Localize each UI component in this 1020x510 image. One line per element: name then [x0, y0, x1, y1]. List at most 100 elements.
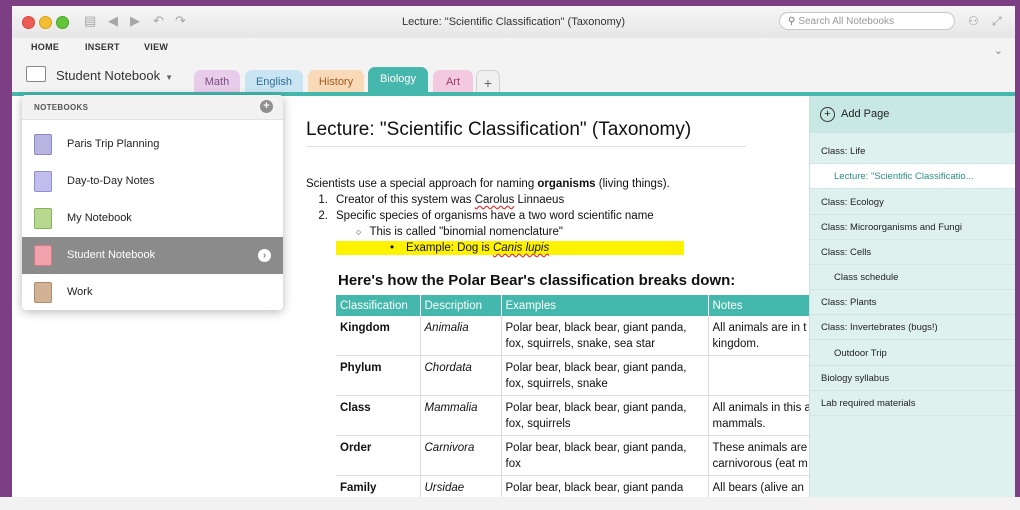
table-row: Class Mammalia Polar bear, black bear, g…	[336, 395, 809, 436]
table-cell[interactable]: Kingdom	[336, 316, 421, 356]
table-cell[interactable]	[708, 355, 809, 396]
table-cell[interactable]: All bears (alive an	[708, 475, 809, 497]
search-input[interactable]: ⚲ Search All Notebooks	[779, 12, 955, 30]
page-item-lab-required-materials[interactable]: Lab required materials	[810, 391, 1015, 416]
table-cell[interactable]: Family	[336, 475, 421, 497]
section-tab-history[interactable]: History	[308, 70, 364, 94]
table-cell[interactable]: Chordata	[420, 355, 502, 396]
notebook-icon	[34, 171, 52, 192]
notebook-icon	[34, 245, 52, 266]
example-bullet-item[interactable]: • Example: Dog is Canis lupis	[390, 242, 549, 254]
add-notebook-icon[interactable]: +	[260, 100, 273, 113]
add-page-button[interactable]: + Add Page	[810, 96, 1015, 133]
sub-bullet-item[interactable]: ○ This is called "binomial nomenclature"	[356, 226, 563, 238]
table-cell[interactable]: These animals are carnivorous (eat m	[708, 435, 809, 476]
section-tab-biology[interactable]: Biology	[368, 67, 428, 94]
page-item-lecture-scientific-classification[interactable]: Lecture: "Scientific Classificatio...	[810, 164, 1015, 189]
add-section-button[interactable]: +	[476, 70, 500, 94]
share-icon[interactable]: ⚇	[968, 14, 979, 28]
page-item-class-life[interactable]: Class: Life	[810, 139, 1015, 164]
table-cell[interactable]: Polar bear, black bear, giant panda, fox…	[501, 316, 709, 356]
notebooks-header-label: NOTEBOOKS	[34, 103, 89, 112]
chevron-down-icon: ▼	[165, 73, 173, 82]
notebooks-dropdown: NOTEBOOKS + Paris Trip Planning Day-to-D…	[22, 95, 283, 310]
intro-prefix: Scientists use a special approach for na…	[306, 178, 538, 190]
classification-table[interactable]: Classification Description Examples Note…	[336, 295, 809, 497]
add-page-label: Add Page	[841, 108, 890, 120]
tab-home[interactable]: HOME	[31, 42, 59, 52]
column-header[interactable]: Examples	[501, 295, 709, 316]
table-heading[interactable]: Here's how the Polar Bear's classificati…	[338, 272, 735, 289]
search-placeholder: Search All Notebooks	[798, 16, 894, 27]
plus-circle-icon: +	[820, 107, 835, 122]
tab-view[interactable]: VIEW	[144, 42, 168, 52]
list-number: 1.	[318, 194, 328, 206]
table-cell[interactable]: Animalia	[420, 316, 502, 356]
onenote-window: ▤ ◀ ▶ ↶ ↷ Lecture: "Scientific Classific…	[12, 6, 1015, 497]
table-cell[interactable]: Polar bear, black bear, giant panda	[501, 475, 709, 497]
page-item-class-plants[interactable]: Class: Plants	[810, 290, 1015, 315]
search-icon: ⚲	[788, 16, 796, 27]
column-header[interactable]: Classification	[336, 295, 421, 316]
table-cell[interactable]: Class	[336, 395, 421, 436]
list-item-2-text: Specific species of organisms have a two…	[336, 210, 654, 222]
section-tab-english[interactable]: English	[245, 70, 303, 94]
notebook-icon	[34, 282, 52, 303]
ribbon-menu: HOME INSERT VIEW	[12, 38, 1015, 62]
list-number: 2.	[318, 210, 328, 222]
table-cell[interactable]: Polar bear, black bear, giant panda, fox…	[501, 395, 709, 436]
table-row: Family Ursidae Polar bear, black bear, g…	[336, 475, 809, 497]
notebook-item-label: Student Notebook	[67, 249, 156, 261]
notebook-item-label: My Notebook	[67, 212, 132, 224]
sub-bullet-text: This is called "binomial nomenclature"	[369, 226, 563, 238]
fullscreen-icon[interactable]: ⤢	[992, 14, 1002, 29]
page-item-class-schedule[interactable]: Class schedule	[810, 265, 1015, 290]
section-tab-art[interactable]: Art	[433, 70, 473, 94]
table-cell[interactable]: Ursidae	[420, 475, 502, 497]
page-item-class-cells[interactable]: Class: Cells	[810, 240, 1015, 265]
table-cell[interactable]: All animals are in t kingdom.	[708, 316, 809, 356]
intro-bold: organisms	[537, 178, 596, 190]
table-row: Kingdom Animalia Polar bear, black bear,…	[336, 316, 809, 356]
page-title[interactable]: Lecture: "Scientific Classification" (Ta…	[306, 119, 691, 141]
page-item-class-ecology[interactable]: Class: Ecology	[810, 190, 1015, 215]
notebook-icon	[26, 66, 46, 82]
notebook-item-paris-trip-planning[interactable]: Paris Trip Planning	[22, 126, 283, 163]
app-frame: ▤ ◀ ▶ ↶ ↷ Lecture: "Scientific Classific…	[0, 0, 1020, 497]
notebook-item-my-notebook[interactable]: My Notebook	[22, 200, 283, 237]
title-divider	[306, 146, 746, 147]
table-cell[interactable]: Polar bear, black bear, giant panda, fox	[501, 435, 709, 476]
table-cell[interactable]: Polar bear, black bear, giant panda, fox…	[501, 355, 709, 396]
list-item-1-prefix: Creator of this system was	[336, 194, 475, 206]
notebooks-header: NOTEBOOKS +	[22, 95, 283, 120]
page-item-biology-syllabus[interactable]: Biology syllabus	[810, 366, 1015, 391]
example-italic: Canis lupis	[492, 242, 550, 254]
page-item-class-invertebrates[interactable]: Class: Invertebrates (bugs!)	[810, 315, 1015, 340]
table-cell[interactable]: Mammalia	[420, 395, 502, 436]
section-tab-math[interactable]: Math	[194, 70, 240, 94]
list-item-2[interactable]: 2. Specific species of organisms have a t…	[306, 210, 654, 222]
pages-pane: + Add Page Class: Life Lecture: "Scienti…	[809, 96, 1015, 497]
page-item-class-microorganisms[interactable]: Class: Microorganisms and Fungi	[810, 215, 1015, 240]
list-item-1-name: Carolus	[474, 194, 515, 206]
page-item-outdoor-trip[interactable]: Outdoor Trip	[810, 341, 1015, 366]
intro-paragraph[interactable]: Scientists use a special approach for na…	[306, 178, 670, 190]
table-row: Phylum Chordata Polar bear, black bear, …	[336, 355, 809, 396]
table-cell[interactable]: Order	[336, 435, 421, 476]
table-cell[interactable]: All animals in this are mammals.	[708, 395, 809, 436]
notebook-item-label: Paris Trip Planning	[67, 138, 160, 150]
table-cell[interactable]: Phylum	[336, 355, 421, 396]
notebook-item-day-to-day-notes[interactable]: Day-to-Day Notes	[22, 163, 283, 200]
chevron-right-icon[interactable]: ›	[258, 249, 271, 262]
tab-insert[interactable]: INSERT	[85, 42, 120, 52]
table-row: Order Carnivora Polar bear, black bear, …	[336, 435, 809, 476]
column-header[interactable]: Description	[420, 295, 502, 316]
table-cell[interactable]: Carnivora	[420, 435, 502, 476]
notebook-selector[interactable]: Student Notebook ▼	[26, 66, 173, 86]
collapse-ribbon-icon[interactable]: ⌄	[994, 44, 1003, 57]
notebook-item-student-notebook[interactable]: Student Notebook ›	[22, 237, 283, 274]
notebook-item-work[interactable]: Work	[22, 274, 283, 310]
list-item-1[interactable]: 1. Creator of this system was Carolus Lin…	[306, 194, 564, 206]
title-bar: ▤ ◀ ▶ ↶ ↷ Lecture: "Scientific Classific…	[12, 6, 1015, 38]
column-header[interactable]: Notes	[708, 295, 809, 316]
